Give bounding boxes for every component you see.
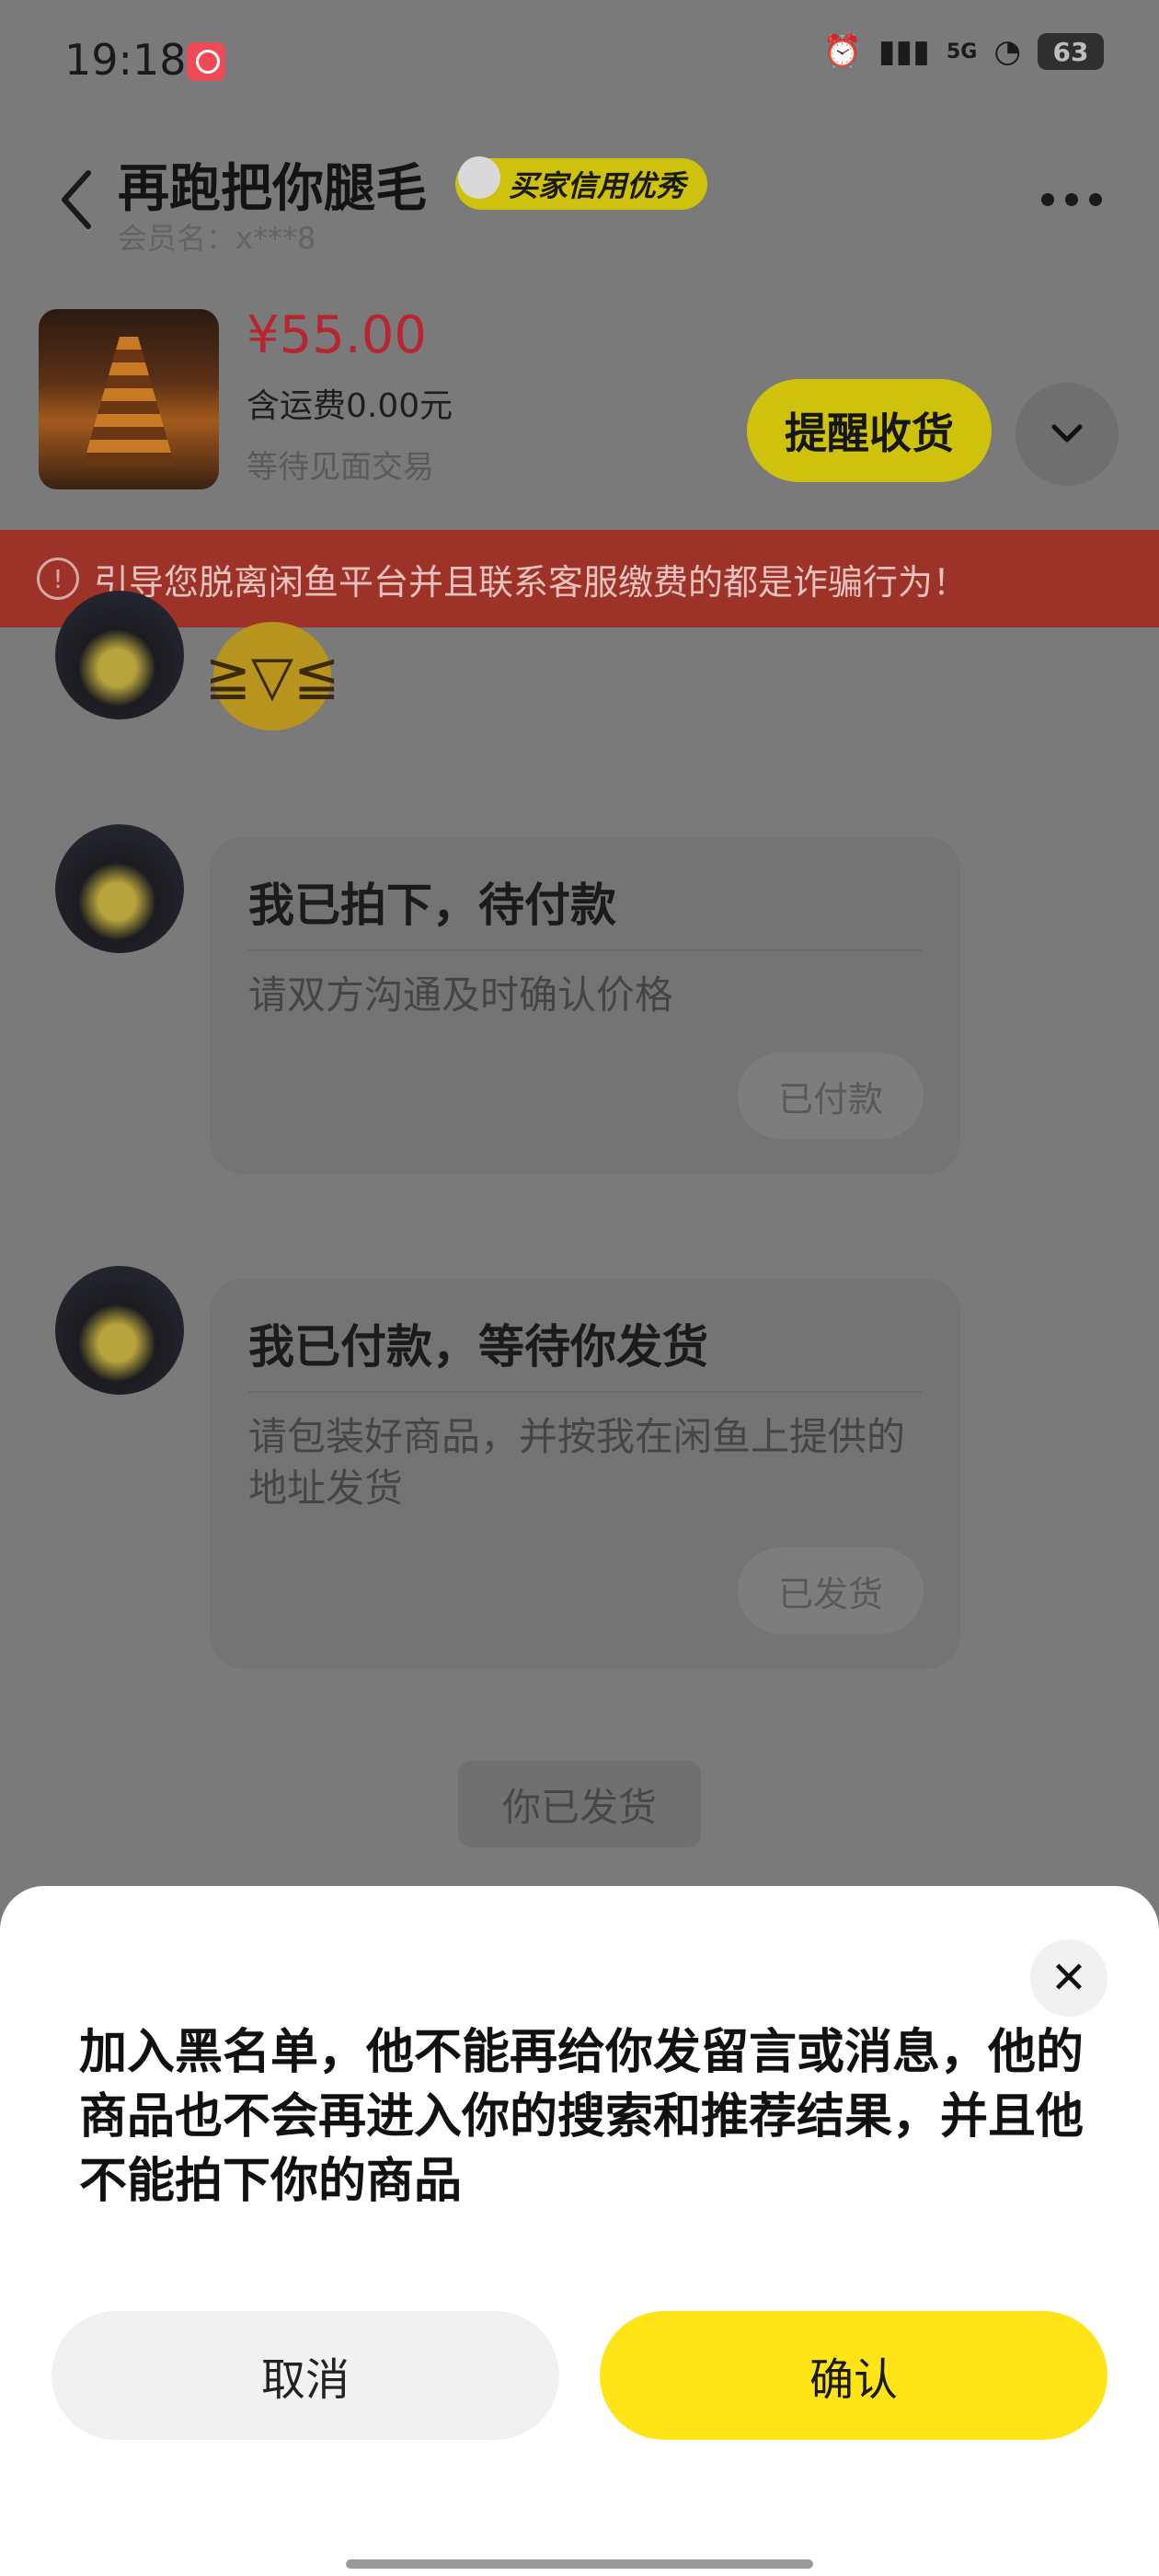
system-message: 你已发货 [458,1761,701,1847]
trade-status: 等待见面交易 [247,449,434,486]
avatar[interactable] [55,1266,184,1395]
credit-badge-label: 买家信用优秀 [509,168,686,203]
product-price: ¥55.00 [247,305,427,365]
signal-icon: ▮▮▮ [878,33,930,70]
home-indicator[interactable] [346,2559,813,2569]
remind-receipt-button[interactable]: 提醒收货 [747,379,992,482]
cancel-button[interactable]: 取消 [52,2311,559,2440]
wifi-icon: ◔ [993,33,1021,70]
fish-icon [458,156,500,199]
paid-button[interactable]: 已付款 [738,1052,924,1139]
avatar[interactable] [55,824,184,953]
card-title: 我已拍下，待付款 [248,879,616,932]
status-time: 19:18 [64,35,187,85]
back-icon[interactable] [57,167,96,232]
order-card: 我已拍下，待付款 请双方沟通及时确认价格 已付款 [210,837,960,1174]
app-notification-icon [187,42,225,81]
card-description: 请包装好商品，并按我在闲鱼上提供的地址发货 [248,1414,906,1511]
avatar[interactable] [55,591,184,719]
page-title: 再跑把你腿毛 [118,159,427,219]
dialog-message: 加入黑名单，他不能再给你发留言或消息，他的商品也不会再进入你的搜索和推荐结果，并… [79,2025,1084,2209]
member-name: 会员名：x***8 [118,221,316,256]
warning-icon: ! [37,558,79,600]
shipping-text: 含运费0.00元 [247,387,453,425]
shipped-button[interactable]: 已发货 [738,1547,924,1634]
confirm-button[interactable]: 确认 [600,2311,1107,2440]
divider [248,949,922,951]
order-card: 我已付款，等待你发货 请包装好商品，并按我在闲鱼上提供的地址发货 已发货 [210,1279,960,1669]
more-icon[interactable] [1041,193,1102,206]
network-label: 5G [946,40,978,63]
battery-icon: 63 [1038,33,1104,70]
divider [248,1391,922,1393]
grinning-emoji-icon: ≧▽≦ [205,622,339,730]
card-description: 请双方沟通及时确认价格 [248,972,674,1018]
close-icon[interactable]: ✕ [1030,1939,1107,2017]
status-icons: ⏰ ▮▮▮ 5G ◔ 63 [822,33,1104,70]
expand-button[interactable] [1016,383,1119,486]
warning-text: 引导您脱离闲鱼平台并且联系客服缴费的都是诈骗行为！ [94,561,969,603]
alarm-icon: ⏰ [822,33,862,70]
product-thumbnail[interactable] [39,309,219,489]
blacklist-dialog [0,1886,1159,2576]
fraud-warning-bar: ! 引导您脱离闲鱼平台并且联系客服缴费的都是诈骗行为！ [0,530,1159,627]
card-title: 我已付款，等待你发货 [248,1320,708,1374]
chevron-down-icon [1051,424,1083,443]
